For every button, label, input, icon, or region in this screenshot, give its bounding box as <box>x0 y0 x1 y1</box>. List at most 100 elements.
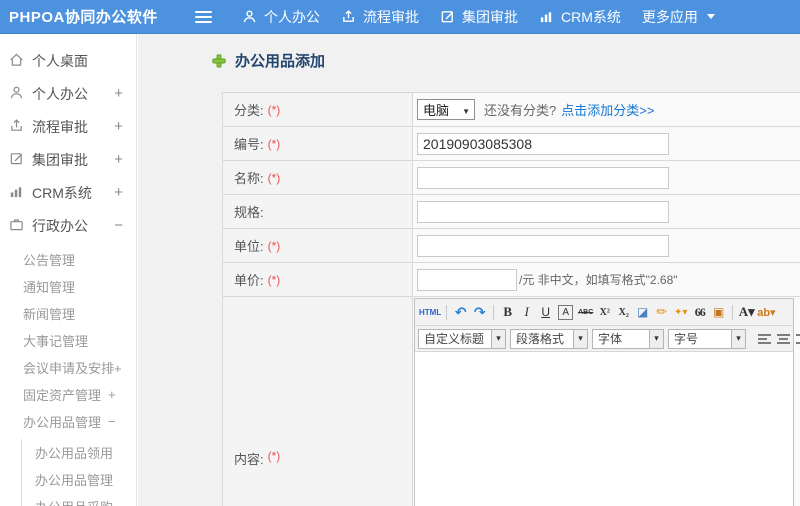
custom-title-select[interactable]: 自定义标题 <box>418 328 506 349</box>
expand-icon[interactable]: + <box>114 184 123 201</box>
page-header: 办公用品添加 <box>212 50 800 71</box>
expand-icon[interactable]: + <box>114 85 123 102</box>
home-icon <box>9 52 24 70</box>
undo-button[interactable]: ↶ <box>452 304 469 321</box>
person-icon <box>242 9 257 24</box>
toolbar-separator[interactable] <box>732 304 734 320</box>
font-color-button[interactable]: A▾ <box>738 304 755 321</box>
sidebar-item-crm-system[interactable]: CRM系统 + <box>0 176 136 209</box>
paragraph-format-select[interactable]: 段落格式 <box>510 328 588 349</box>
sidebar-subsubitem[interactable]: 办公用品领用 <box>35 439 136 466</box>
sidebar: 个人桌面 个人办公 + 流程审批 + 集团审批 + CRM系统 + 行政办公 − <box>0 34 137 506</box>
sidebar-subsubitem[interactable]: 办公用品采购 <box>35 493 136 506</box>
form-row-unit: 单位: (*) <box>223 229 800 263</box>
name-input[interactable] <box>417 166 669 189</box>
expand-icon: + <box>108 387 116 402</box>
top-navigation: 个人办公 流程审批 集团审批 CRM系统 更多应用 <box>242 7 736 27</box>
paste-button[interactable]: ▣ <box>710 304 727 321</box>
required-mark: (*) <box>267 136 281 151</box>
align-left-button[interactable] <box>758 333 771 344</box>
underline-button[interactable]: U <box>537 304 554 321</box>
editor-toolbar-row1: HTML ↶ ↷ B I U A ABC X² X₂ ◪ ✏ ✦▾ 66 ▣ A… <box>415 299 793 326</box>
align-right-button[interactable] <box>796 333 800 344</box>
format-brush-button[interactable]: ✏ <box>653 304 670 321</box>
expand-icon[interactable]: + <box>114 118 123 135</box>
sidebar-subitem[interactable]: 固定资产管理 + <box>23 381 136 408</box>
sidebar-subitem[interactable]: 大事记管理 <box>23 327 136 354</box>
edit-icon <box>440 9 455 24</box>
code-input[interactable] <box>417 132 669 155</box>
caret-down-icon <box>573 329 587 348</box>
sidebar-item-personal-office[interactable]: 个人办公 + <box>0 77 136 110</box>
sidebar-subitem[interactable]: 办公用品管理 − <box>23 408 136 435</box>
add-category-link[interactable]: 点击添加分类>> <box>561 100 654 119</box>
expand-icon[interactable]: + <box>114 151 123 168</box>
sidebar-item-admin-office[interactable]: 行政办公 − <box>0 209 136 242</box>
sidebar-item-workflow-approval[interactable]: 流程审批 + <box>0 110 136 143</box>
app-logo: PHPOA协同办公软件 <box>9 9 158 26</box>
sidebar-subitem[interactable]: 通知管理 <box>23 273 136 300</box>
caret-down-icon <box>491 329 505 348</box>
font-size-select[interactable]: 字号 <box>668 328 746 349</box>
redo-button[interactable]: ↷ <box>471 304 488 321</box>
caret-down-icon <box>462 102 470 117</box>
add-supply-form: 分类: (*) 电脑 还没有分类? 点击添加分类>> 编号: (*) <box>222 92 800 506</box>
bar-chart-icon <box>539 9 554 24</box>
top-bar: PHPOA协同办公软件 个人办公 流程审批 集团审批 CRM系统 更多应用 <box>0 0 800 34</box>
superscript-button[interactable]: X² <box>596 304 613 321</box>
required-mark: (*) <box>267 170 281 185</box>
price-format-hint: /元 非中文，如填写格式"2.68" <box>519 273 678 287</box>
spec-input[interactable] <box>417 200 669 223</box>
nav-personal-office[interactable]: 个人办公 <box>242 7 320 27</box>
hamburger-menu-icon[interactable] <box>195 10 212 23</box>
page-title: 办公用品添加 <box>235 53 326 70</box>
required-mark: (*) <box>267 449 281 463</box>
unit-input[interactable] <box>417 234 669 257</box>
sidebar-subsubmenu: 办公用品领用 办公用品管理 办公用品采购 <box>21 439 136 506</box>
caret-down-icon <box>731 329 745 348</box>
collapse-icon[interactable]: − <box>114 217 123 234</box>
font-border-button[interactable]: A <box>558 304 574 320</box>
editor-content-area[interactable] <box>415 352 793 506</box>
form-row-spec: 规格: <box>223 195 800 229</box>
align-center-button[interactable] <box>777 333 790 344</box>
price-input[interactable] <box>417 268 517 291</box>
sidebar-subitem[interactable]: 会议申请及安排+ <box>23 354 136 381</box>
toolbar-separator[interactable] <box>446 304 448 320</box>
upload-icon <box>9 118 24 136</box>
highlight-color-button[interactable]: ab▾ <box>757 304 775 321</box>
field-label: 内容: <box>234 452 264 467</box>
nav-crm-system[interactable]: CRM系统 <box>539 7 621 27</box>
required-mark: (*) <box>267 272 281 287</box>
nav-workflow-approval[interactable]: 流程审批 <box>341 7 419 27</box>
sidebar-item-group-approval[interactable]: 集团审批 + <box>0 143 136 176</box>
category-select[interactable]: 电脑 <box>417 99 475 120</box>
nav-group-approval[interactable]: 集团审批 <box>440 7 518 27</box>
form-row-code: 编号: (*) <box>223 127 800 161</box>
bold-button[interactable]: B <box>499 304 516 321</box>
sidebar-item-personal-desktop[interactable]: 个人桌面 <box>0 44 136 77</box>
sidebar-subitem[interactable]: 公告管理 <box>23 246 136 273</box>
nav-more-apps[interactable]: 更多应用 <box>642 7 715 27</box>
field-label: 单价: <box>234 273 264 288</box>
strikethrough-button[interactable]: ABC <box>577 304 594 321</box>
add-plus-icon <box>212 53 226 68</box>
html-source-button[interactable]: HTML <box>419 304 441 321</box>
sidebar-submenu: 公告管理 通知管理 新闻管理 大事记管理 会议申请及安排+ 固定资产管理 + 办… <box>0 246 136 435</box>
remove-format-button[interactable]: ◪ <box>634 304 651 321</box>
subscript-button[interactable]: X₂ <box>615 304 632 321</box>
required-mark: (*) <box>267 102 281 117</box>
blockquote-button[interactable]: 66 <box>691 304 708 321</box>
font-family-select[interactable]: 字体 <box>592 328 664 349</box>
auto-typeset-button[interactable]: ✦▾ <box>672 304 689 321</box>
sidebar-subitem[interactable]: 新闻管理 <box>23 300 136 327</box>
italic-button[interactable]: I <box>518 304 535 321</box>
rich-text-editor: HTML ↶ ↷ B I U A ABC X² X₂ ◪ ✏ ✦▾ 66 ▣ A… <box>414 298 800 506</box>
upload-icon <box>341 9 356 24</box>
person-icon <box>9 85 24 103</box>
toolbar-separator[interactable] <box>493 304 495 320</box>
expand-icon: − <box>108 414 116 429</box>
field-label: 编号: <box>234 137 264 152</box>
edit-icon <box>9 151 24 169</box>
sidebar-subsubitem[interactable]: 办公用品管理 <box>35 466 136 493</box>
